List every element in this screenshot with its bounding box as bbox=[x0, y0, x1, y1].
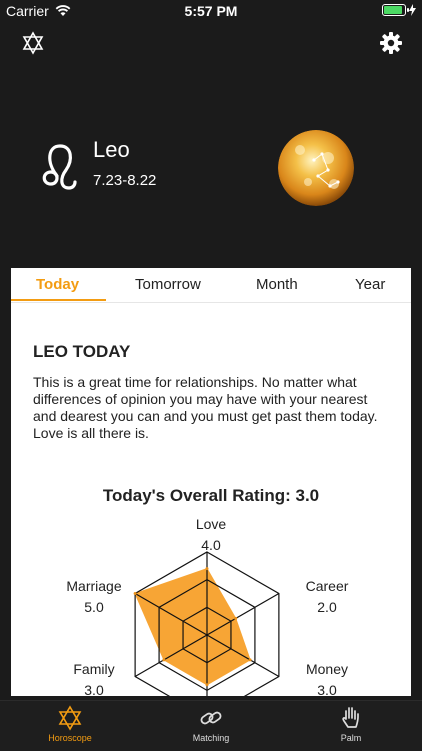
axis-name: Marriage bbox=[66, 578, 122, 594]
rating-point-family bbox=[162, 658, 166, 662]
star-of-david-icon bbox=[58, 705, 82, 731]
nav-horoscope[interactable]: Horoscope bbox=[20, 705, 120, 743]
axis-name: Love bbox=[195, 516, 227, 532]
rating-point-money bbox=[248, 658, 252, 662]
nav-label: Palm bbox=[340, 733, 362, 743]
axis-name: Family bbox=[73, 661, 115, 677]
axis-name: Career bbox=[305, 578, 349, 594]
settings-button[interactable] bbox=[376, 28, 406, 58]
horoscope-menu-button[interactable] bbox=[18, 28, 48, 58]
axis-label-career: Career 2.0 bbox=[297, 576, 357, 618]
axis-label-money: Money 3.0 bbox=[297, 659, 357, 696]
axis-label-family: Family 3.0 bbox=[64, 659, 124, 696]
axis-name: Money bbox=[305, 661, 349, 677]
nav-palm[interactable]: Palm bbox=[301, 705, 401, 743]
axis-value: 5.0 bbox=[84, 599, 104, 615]
star-of-david-icon bbox=[22, 31, 44, 55]
axis-value: 3.0 bbox=[84, 682, 104, 696]
nav-label: Horoscope bbox=[48, 733, 92, 743]
rating-radar-chart bbox=[133, 551, 280, 696]
status-time: 5:57 PM bbox=[184, 3, 238, 19]
axis-value: 2.0 bbox=[317, 599, 337, 615]
rating-point-marriage bbox=[133, 592, 137, 595]
rating-point-career bbox=[234, 616, 238, 620]
battery-icon bbox=[382, 4, 409, 16]
leo-glyph-icon bbox=[42, 144, 77, 190]
palm-hand-icon bbox=[342, 707, 359, 728]
gear-icon bbox=[380, 32, 402, 54]
link-icon bbox=[200, 711, 222, 725]
constellation-orb[interactable] bbox=[278, 130, 354, 206]
bottom-tab-bar: Horoscope Matching Palm bbox=[0, 700, 422, 751]
axis-value: 4.0 bbox=[201, 537, 221, 553]
sign-name: Leo bbox=[93, 137, 130, 162]
status-bar: Carrier 5:57 PM bbox=[0, 0, 422, 22]
rating-point-health bbox=[205, 683, 209, 687]
nav-label: Matching bbox=[192, 733, 230, 743]
charging-bolt-icon bbox=[409, 4, 416, 16]
rating-point-love bbox=[205, 567, 209, 571]
nav-matching[interactable]: Matching bbox=[161, 705, 261, 743]
axis-label-marriage: Marriage 5.0 bbox=[59, 576, 129, 618]
sign-dates: 7.23-8.22 bbox=[93, 172, 157, 189]
axis-value: 3.0 bbox=[317, 682, 337, 696]
leo-constellation-image bbox=[278, 130, 354, 206]
axis-label-love: Love 4.0 bbox=[181, 514, 241, 556]
horoscope-card: Today Tomorrow Month Year LEO TODAY This… bbox=[11, 268, 411, 696]
